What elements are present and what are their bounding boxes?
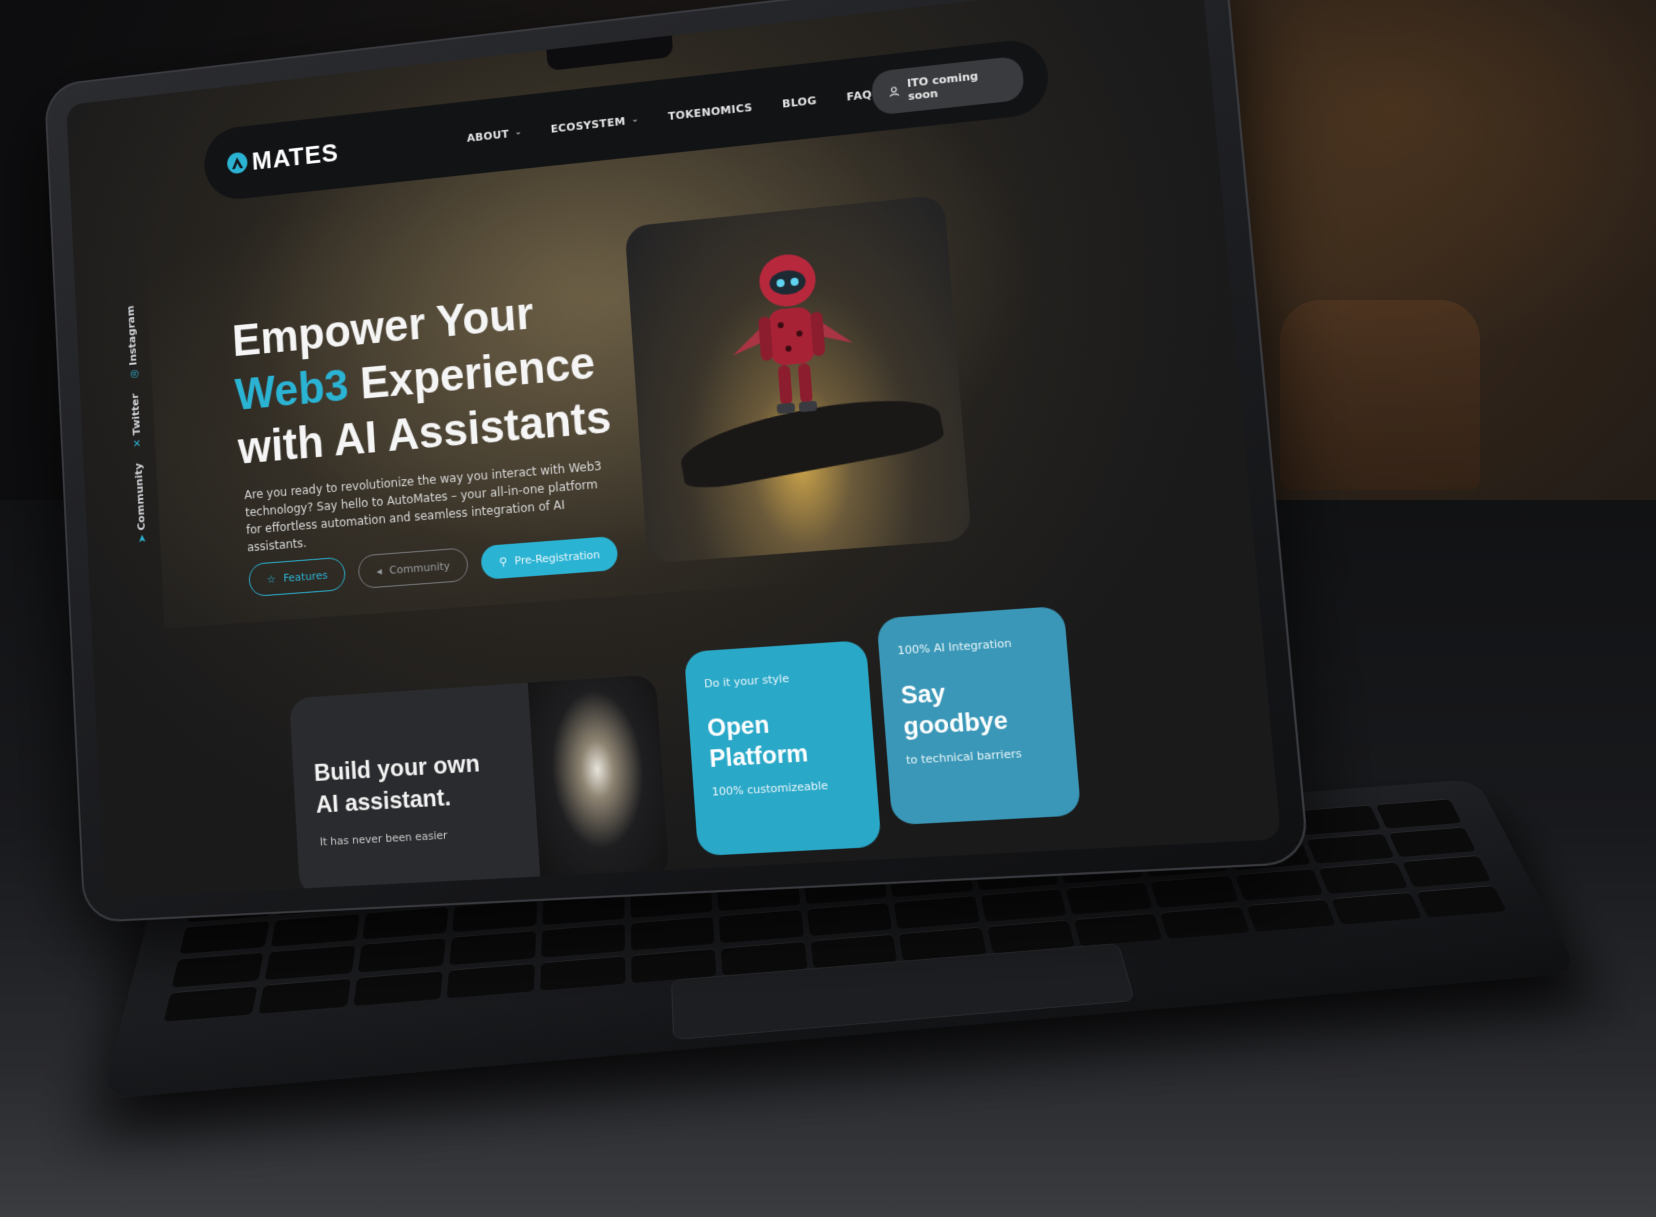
build-card-subtitle: It has never been easier	[319, 828, 448, 849]
social-label: Instagram	[124, 304, 140, 367]
ito-coming-soon-button[interactable]: ITO coming soon	[870, 55, 1025, 116]
build-assistant-card[interactable]: Build your own AI assistant. It has neve…	[289, 674, 670, 897]
ito-button-label: ITO coming soon	[906, 69, 979, 103]
chevron-down-icon: ⌄	[630, 114, 640, 125]
nav-item-label: ABOUT	[466, 127, 510, 145]
nav-item-tokenomics[interactable]: TOKENOMICS	[668, 101, 753, 123]
say-card-title: Say goodbye	[900, 675, 1009, 744]
social-label: Twitter	[128, 393, 143, 436]
hero-title: Empower Your Web3 Experience with AI Ass…	[231, 278, 613, 475]
social-community-link[interactable]: ➤ Community	[132, 462, 148, 543]
camera-notch	[546, 35, 674, 71]
open-card-subtitle: 100% customizeable	[711, 778, 829, 799]
pre-registration-button-label: Pre-Registration	[514, 547, 601, 567]
laptop-screen: MATES ABOUT ⌄ ECOSYSTEM ⌄ TOKENOMICS BLO…	[66, 0, 1282, 899]
laptop-lid: MATES ABOUT ⌄ ECOSYSTEM ⌄ TOKENOMICS BLO…	[43, 0, 1310, 924]
nav-item-blog[interactable]: BLOG	[782, 94, 817, 111]
white-robot-image	[527, 674, 670, 885]
social-links: ➤ Community ✕ Twitter ◎Instagram	[125, 305, 149, 544]
user-icon	[888, 85, 900, 98]
open-platform-card[interactable]: Do it your style Open Platform 100% cust…	[683, 639, 882, 857]
social-instagram-link[interactable]: ◎Instagram	[125, 305, 140, 379]
features-button-label: Features	[282, 568, 328, 585]
nav-item-ecosystem[interactable]: ECOSYSTEM ⌄	[550, 113, 639, 135]
open-card-title: Open Platform	[706, 708, 809, 775]
telegram-icon: ➤	[136, 533, 149, 544]
community-button-label: Community	[388, 558, 451, 577]
features-button[interactable]: ☆ Features	[248, 556, 347, 598]
nav-item-label: TOKENOMICS	[667, 100, 753, 123]
nav-item-label: BLOG	[781, 93, 818, 111]
telegram-icon: ◂	[376, 564, 383, 578]
pin-icon: ⚲	[498, 554, 508, 569]
x-icon: ✕	[131, 438, 144, 449]
hero-robot-image	[624, 194, 972, 564]
logo-text: MATES	[251, 137, 340, 176]
say-card-eyebrow: 100% AI Integration	[897, 636, 1013, 658]
nav-item-label: FAQ	[846, 87, 873, 104]
nav-item-label: ECOSYSTEM	[550, 114, 626, 136]
instagram-icon: ◎	[127, 368, 140, 379]
nav-item-faq[interactable]: FAQ	[846, 88, 872, 104]
social-label: Community	[132, 462, 148, 531]
logo-mark-icon	[226, 151, 248, 175]
hero-title-accent: Web3	[233, 359, 350, 420]
star-icon: ☆	[266, 572, 277, 586]
site-logo[interactable]: MATES	[226, 130, 402, 178]
build-card-title: Build your own AI assistant.	[313, 748, 482, 822]
background-plant-pot	[1280, 300, 1480, 490]
say-goodbye-card[interactable]: 100% AI Integration Say goodbye to techn…	[876, 605, 1082, 826]
open-card-eyebrow: Do it your style	[703, 671, 790, 691]
say-card-title-line-2: goodbye	[902, 706, 1009, 742]
say-card-subtitle: to technical barriers	[905, 746, 1023, 768]
social-twitter-link[interactable]: ✕ Twitter	[129, 393, 144, 448]
nav-menu: ABOUT ⌄ ECOSYSTEM ⌄ TOKENOMICS BLOG FAQ	[466, 88, 872, 145]
chevron-down-icon: ⌄	[514, 127, 523, 138]
nav-item-about[interactable]: ABOUT ⌄	[466, 126, 523, 145]
red-robot-illustration	[730, 251, 854, 415]
open-card-title-line-2: Platform	[708, 739, 810, 774]
